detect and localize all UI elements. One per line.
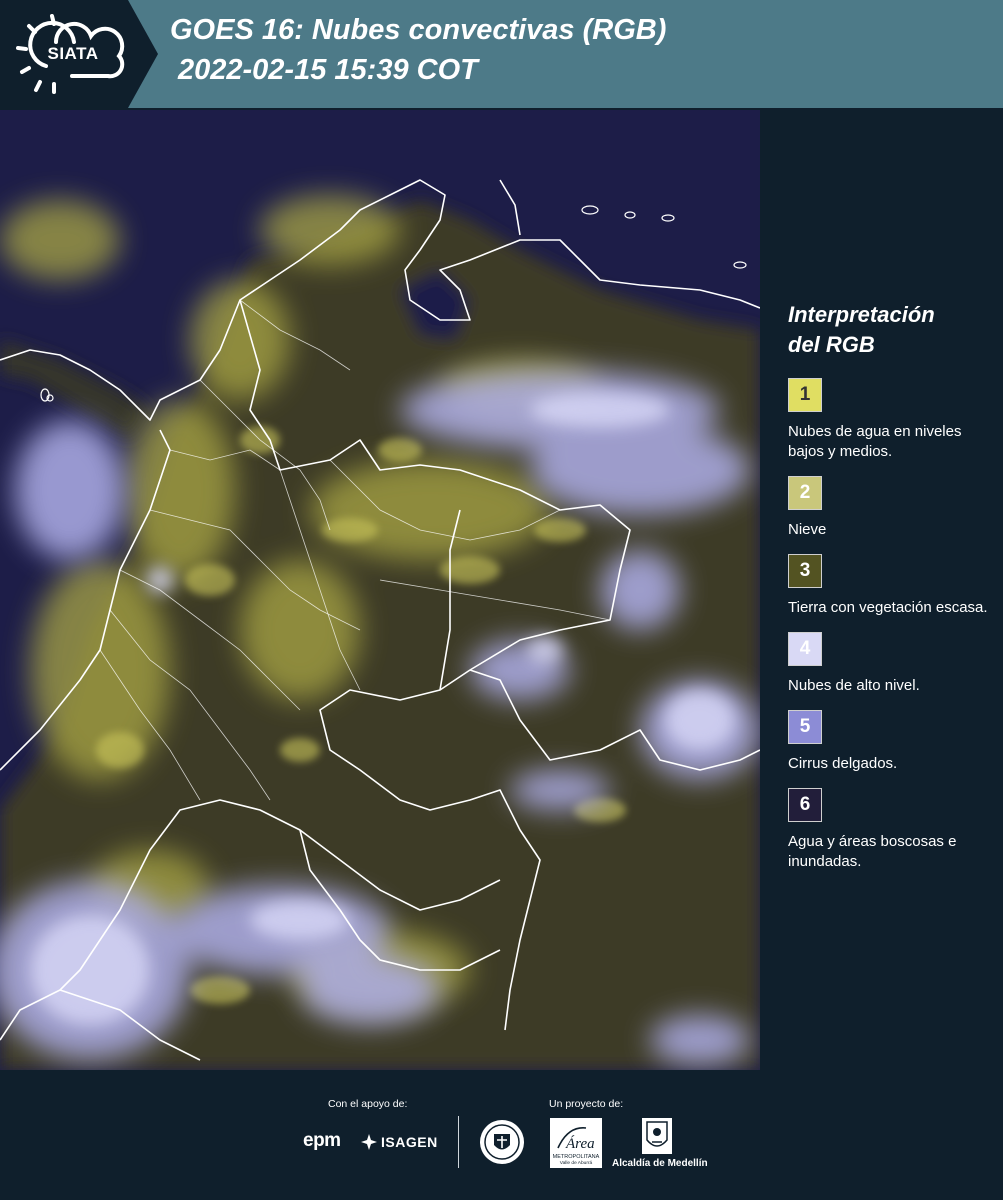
legend-item: 2 Nieve bbox=[788, 476, 993, 540]
project-label: Un proyecto de: bbox=[549, 1098, 624, 1110]
legend-items: 1 Nubes de agua en niveles bajos y medios… bbox=[788, 378, 993, 872]
legend-item: 4 Nubes de alto nivel. bbox=[788, 632, 993, 696]
legend-label: Nubes de agua en niveles bajos y medios. bbox=[788, 423, 962, 460]
legend-title: Interpretación del RGB bbox=[788, 300, 993, 360]
legend-title-line1: Interpretación bbox=[788, 302, 935, 327]
legend-label: Cirrus delgados. bbox=[788, 755, 898, 772]
legend-item: 5 Cirrus delgados. bbox=[788, 710, 993, 774]
legend-swatch: 1 bbox=[788, 378, 822, 412]
legend-swatch: 5 bbox=[788, 710, 822, 744]
legend-swatch: 6 bbox=[788, 788, 822, 822]
legend-label: Agua y áreas boscosas e inundadas. bbox=[788, 833, 957, 870]
legend-label: Tierra con vegetación escasa. bbox=[788, 599, 988, 616]
legend-swatch: 2 bbox=[788, 476, 822, 510]
footer: Con el apoyo de: Un proyecto de: epm ISA… bbox=[0, 1070, 1003, 1200]
header: SIATA GOES 16: Nubes convectivas (RGB) 2… bbox=[0, 0, 1003, 108]
satellite-map bbox=[0, 110, 760, 1070]
svg-text:METROPOLITANA: METROPOLITANA bbox=[553, 1154, 600, 1160]
alcaldia-medellin-shield-icon bbox=[642, 1118, 672, 1154]
legend-swatch: 3 bbox=[788, 554, 822, 588]
legend-label: Nubes de alto nivel. bbox=[788, 677, 920, 694]
legend-item: 1 Nubes de agua en niveles bajos y medios… bbox=[788, 378, 993, 462]
rgb-satellite-image bbox=[0, 110, 760, 1070]
siata-logo-text: SIATA bbox=[47, 44, 99, 63]
university-seal-icon bbox=[480, 1120, 524, 1164]
isagen-star-icon bbox=[361, 1134, 377, 1150]
page-title: GOES 16: Nubes convectivas (RGB) bbox=[170, 14, 667, 46]
epm-logo: epm bbox=[303, 1130, 341, 1151]
isagen-logo: ISAGEN bbox=[381, 1134, 438, 1150]
alcaldia-medellin-text: Alcaldía de Medellín bbox=[612, 1158, 708, 1169]
svg-text:Área: Área bbox=[565, 1135, 595, 1152]
legend-title-line2: del RGB bbox=[788, 332, 875, 357]
footer-divider bbox=[458, 1116, 459, 1168]
area-metropolitana-logo: Área METROPOLITANA Valle de Aburrá bbox=[550, 1118, 602, 1168]
svg-text:Valle de Aburrá: Valle de Aburrá bbox=[560, 1160, 593, 1166]
rgb-legend: Interpretación del RGB 1 Nubes de agua en… bbox=[788, 300, 993, 886]
legend-item: 6 Agua y áreas boscosas e inundadas. bbox=[788, 788, 993, 872]
legend-swatch: 4 bbox=[788, 632, 822, 666]
support-label: Con el apoyo de: bbox=[328, 1098, 408, 1110]
page-timestamp: 2022-02-15 15:39 COT bbox=[178, 54, 478, 86]
legend-item: 3 Tierra con vegetación escasa. bbox=[788, 554, 993, 618]
legend-label: Nieve bbox=[788, 521, 827, 538]
